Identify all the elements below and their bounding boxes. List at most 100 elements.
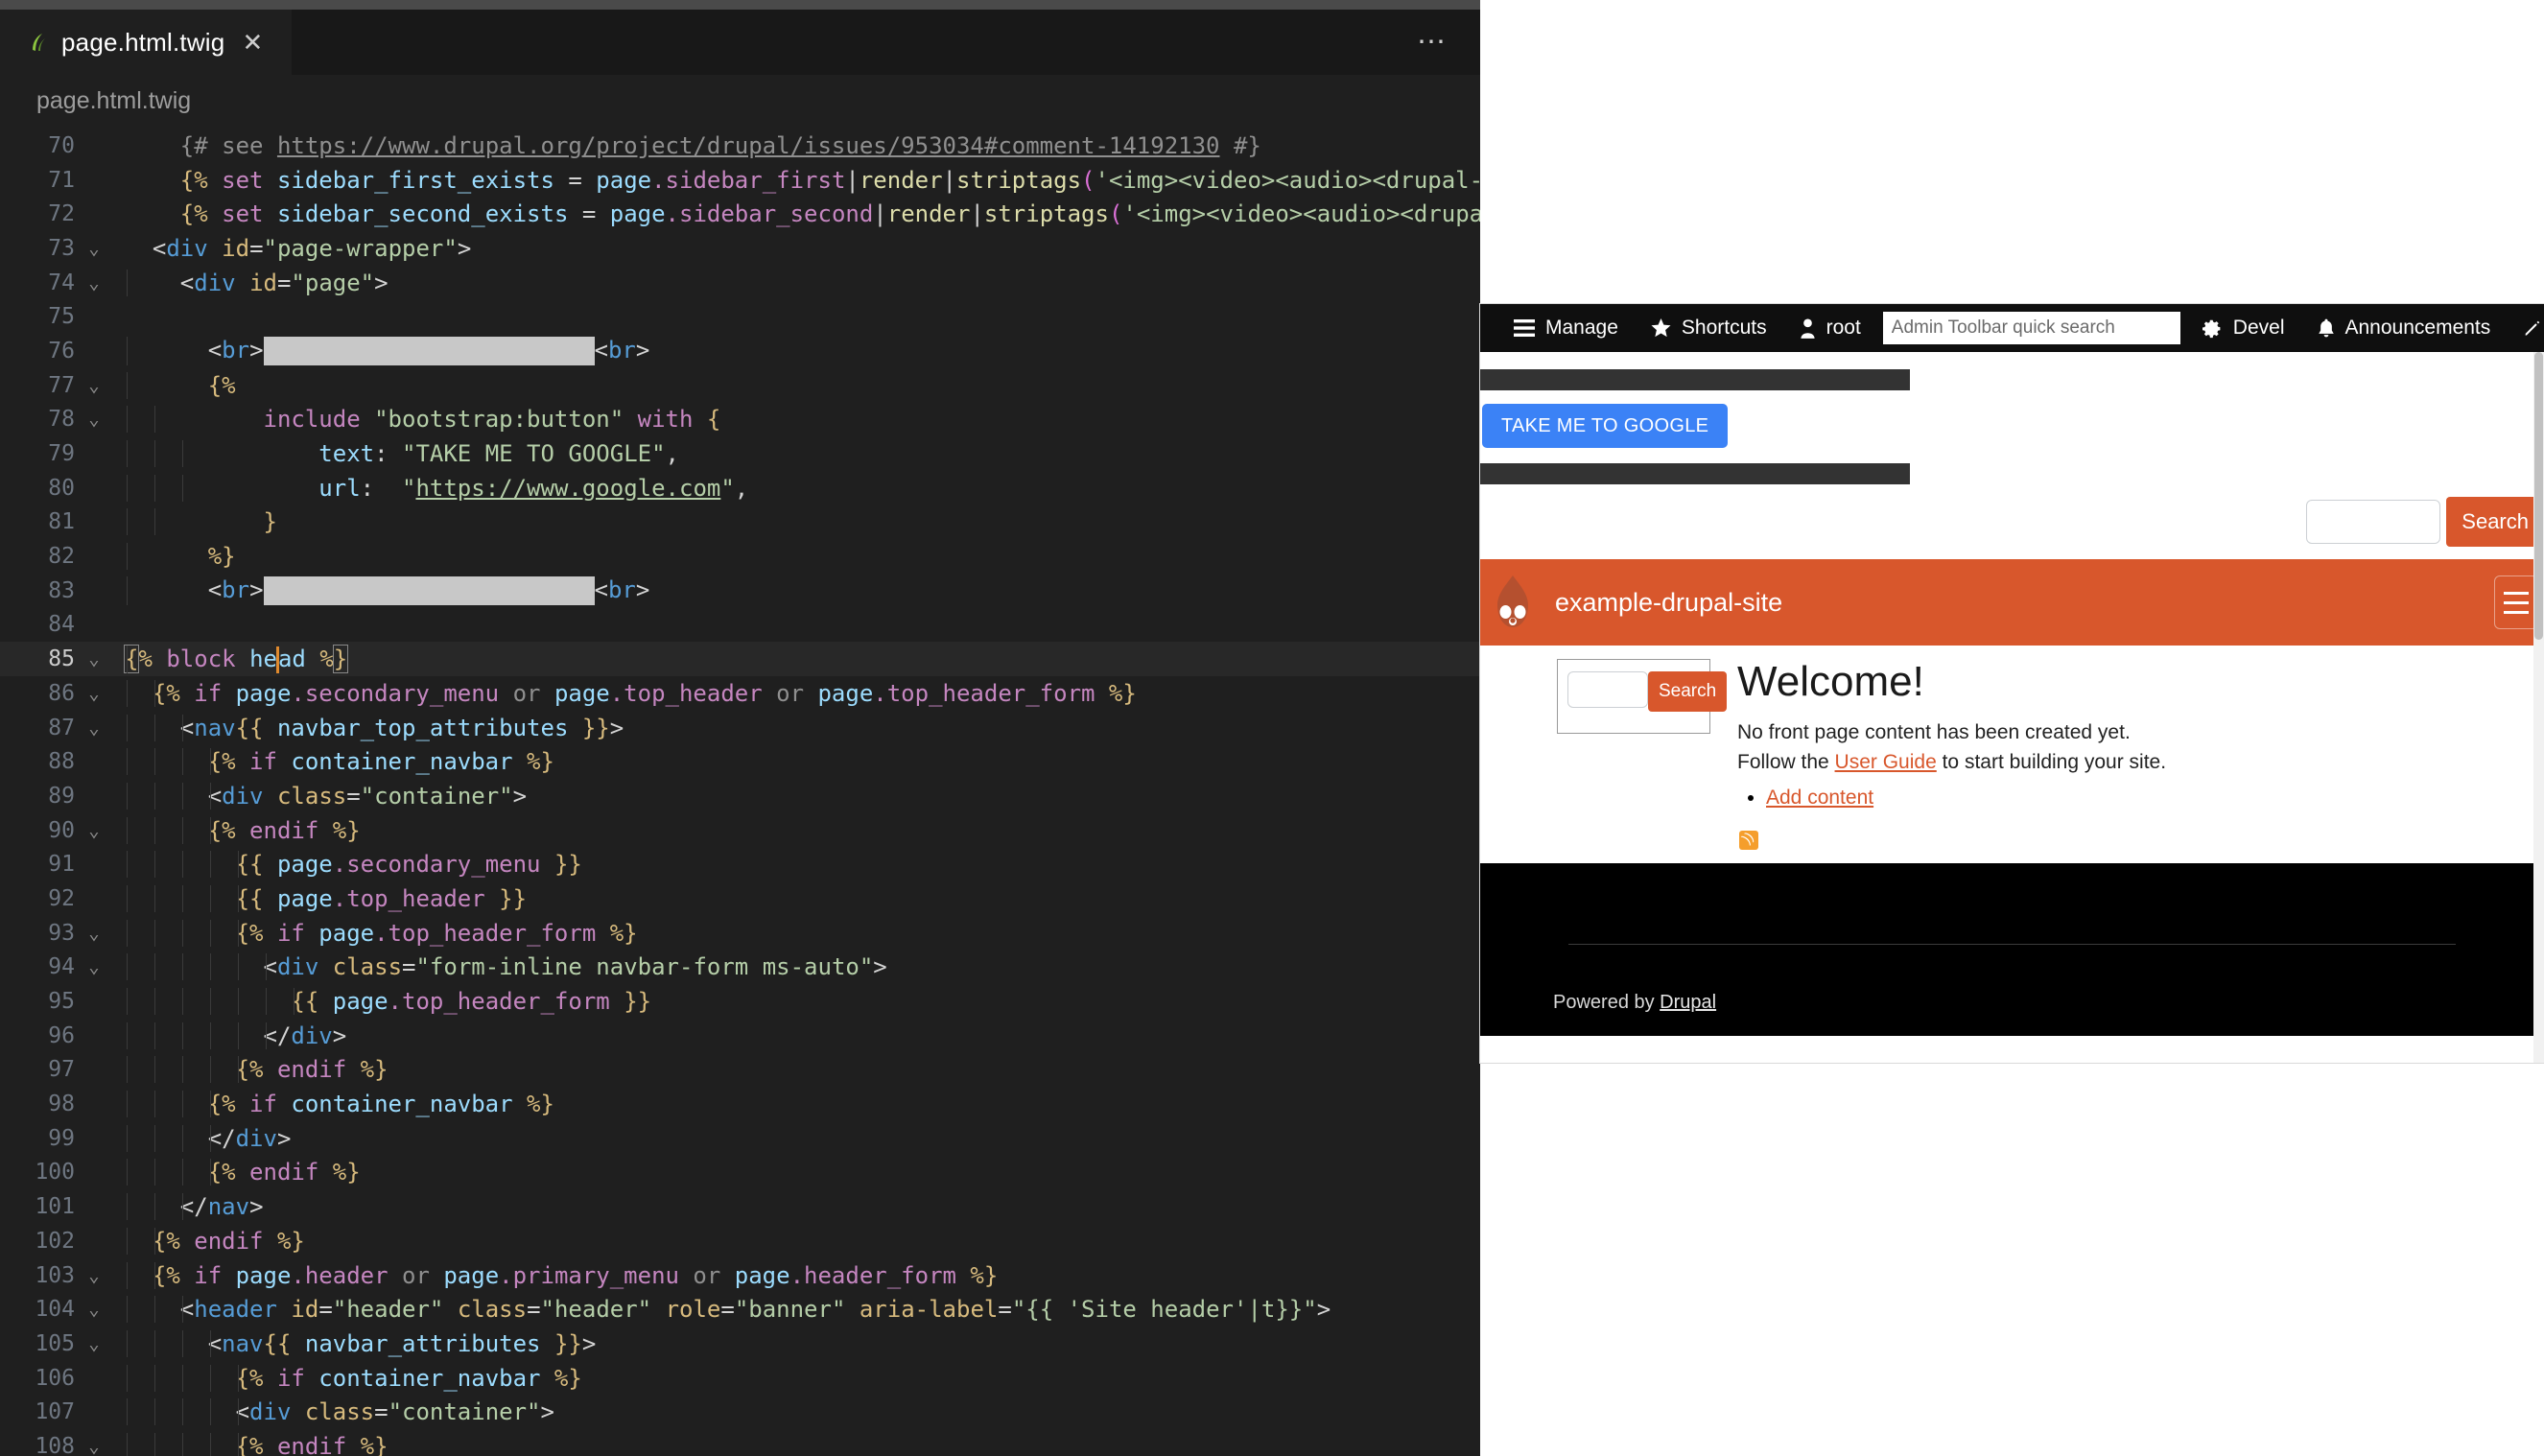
code-line[interactable]: 73⌄ <div id="page-wrapper"> [0,231,1480,266]
code-content[interactable]: 70 {# see https://www.drupal.org/project… [0,129,1480,1456]
toolbar-item-edit[interactable]: Edit [2507,317,2544,340]
code-line[interactable]: 105⌄ <nav{{ navbar_attributes }}> [0,1327,1480,1361]
fold-chevron-icon[interactable]: ⌄ [75,1436,113,1456]
code-line[interactable]: 87⌄ <nav{{ navbar_top_attributes }}> [0,711,1480,745]
code-line[interactable]: 101 </nav> [0,1189,1480,1224]
code-line[interactable]: 77⌄ {% [0,368,1480,403]
code-line[interactable]: 94⌄ <div class="form-inline navbar-form … [0,951,1480,985]
top-search-input[interactable] [2306,500,2440,544]
code-token: page [817,680,873,707]
page-scrollbar[interactable] [2533,352,2544,1063]
code-token: = [277,270,291,296]
user-guide-link[interactable]: User Guide [1835,751,1937,773]
drupal-link[interactable]: Drupal [1660,992,1716,1013]
toolbar-item-devel[interactable]: Devel [2186,317,2301,340]
sidebar-search-button[interactable]: Search [1648,671,1727,712]
code-line[interactable]: 82 %} [0,539,1480,574]
code-token: page [443,1262,499,1289]
code-line-text: {% block head %} [113,646,347,673]
code-line[interactable]: 75 [0,299,1480,334]
fold-chevron-icon[interactable]: ⌄ [75,717,113,739]
toolbar-item-shortcuts[interactable]: Shortcuts [1635,317,1783,340]
code-line[interactable]: 92 {{ page.top_header }} [0,881,1480,916]
code-token: "bootstrap:button" [374,406,624,433]
more-actions-icon[interactable]: ⋯ [1417,28,1448,57]
code-line[interactable]: 74⌄ <div id="page"> [0,266,1480,300]
fold-chevron-icon[interactable]: ⌄ [75,1265,113,1286]
fold-chevron-icon[interactable]: ⌄ [75,956,113,977]
code-line[interactable]: 88 {% if container_navbar %} [0,744,1480,779]
code-line[interactable]: 98 {% if container_navbar %} [0,1087,1480,1121]
scrollbar-thumb[interactable] [2534,352,2543,640]
add-content-link[interactable]: Add content [1766,787,1873,809]
fold-chevron-icon[interactable]: ⌄ [75,238,113,259]
code-token: div [222,783,263,810]
code-line[interactable]: 89 <div class="container"> [0,779,1480,813]
code-line[interactable]: 70 {# see https://www.drupal.org/project… [0,129,1480,163]
code-line[interactable]: 80 url: "https://www.google.com", [0,471,1480,505]
toolbar-item-announcements[interactable]: Announcements [2301,317,2508,340]
code-token: aria-label [860,1296,999,1323]
fold-chevron-icon[interactable]: ⌄ [75,272,113,294]
fold-chevron-icon[interactable]: ⌄ [75,820,113,841]
fold-chevron-icon[interactable]: ⌄ [75,1333,113,1354]
code-line[interactable]: 108⌄ {% endif %} [0,1429,1480,1456]
indent-guide [154,1262,155,1289]
code-token: "header" [333,1296,444,1323]
fold-chevron-icon[interactable]: ⌄ [75,375,113,396]
indent-guide [210,920,211,947]
site-name-link[interactable]: example-drupal-site [1555,588,1782,618]
user-guide-prefix: Follow the [1737,751,1835,773]
indent-guide [154,783,155,810]
code-line[interactable]: 86⌄ {% if page.secondary_menu or page.to… [0,676,1480,711]
editor-tab-page-html-twig[interactable]: page.html.twig ✕ [0,10,292,75]
code-token: .header_form [790,1262,956,1289]
code-line[interactable]: 76 <br><br> [0,334,1480,368]
selection-highlight [264,337,595,365]
code-line[interactable]: 79 text: "TAKE ME TO GOOGLE", [0,436,1480,471]
top-search-button[interactable]: Search [2446,497,2544,547]
code-line[interactable]: 72 {% set sidebar_second_exists = page.s… [0,197,1480,231]
twig-file-icon [29,31,48,54]
code-line-text: </div> [113,1125,291,1152]
fold-chevron-icon[interactable]: ⌄ [75,683,113,704]
sidebar-search-input[interactable] [1567,671,1648,708]
admin-toolbar-search-input[interactable] [1883,312,2180,344]
navbar-toggle-button[interactable] [2494,575,2538,629]
code-line[interactable]: 78⌄ include "bootstrap:button" with { [0,403,1480,437]
code-line[interactable]: 102 {% endif %} [0,1224,1480,1258]
indent-guide [127,1433,128,1456]
fold-chevron-icon[interactable]: ⌄ [75,648,113,669]
code-line[interactable]: 71 {% set sidebar_first_exists = page.si… [0,163,1480,198]
code-line[interactable]: 99 </div> [0,1121,1480,1156]
code-line[interactable]: 81 } [0,505,1480,540]
indent-guide [238,988,239,1015]
fold-chevron-icon[interactable]: ⌄ [75,923,113,944]
indent-guide [154,508,155,535]
code-line[interactable]: 84 [0,608,1480,643]
drupal-drop-logo[interactable] [1494,575,1532,629]
code-line[interactable]: 96 </div> [0,1019,1480,1053]
fold-chevron-icon[interactable]: ⌄ [75,1299,113,1320]
indent-guide [210,1159,211,1186]
code-line[interactable]: 91 {{ page.secondary_menu }} [0,847,1480,881]
code-line[interactable]: 97 {% endif %} [0,1053,1480,1088]
code-line[interactable]: 106 {% if container_navbar %} [0,1361,1480,1396]
code-line[interactable]: 100 {% endif %} [0,1156,1480,1190]
toolbar-item-manage[interactable]: Manage [1497,317,1635,340]
code-line[interactable]: 104⌄ <header id="header" class="header" … [0,1292,1480,1327]
toolbar-item-user[interactable]: root [1783,317,1877,340]
code-line[interactable]: 90⌄ {% endif %} [0,813,1480,848]
close-icon[interactable]: ✕ [238,30,267,55]
fold-chevron-icon[interactable]: ⌄ [75,409,113,430]
code-line[interactable]: 103⌄ {% if page.header or page.primary_m… [0,1258,1480,1293]
code-line[interactable]: 107 <div class="container"> [0,1395,1480,1429]
code-line[interactable]: 83 <br><br> [0,574,1480,608]
breadcrumb[interactable]: page.html.twig [0,75,1480,129]
toolbar-label-shortcuts: Shortcuts [1682,317,1767,340]
take-me-to-google-button[interactable]: TAKE ME TO GOOGLE [1482,404,1728,448]
code-line[interactable]: 95 {{ page.top_header_form }} [0,984,1480,1019]
code-line[interactable]: 93⌄ {% if page.top_header_form %} [0,916,1480,951]
code-line[interactable]: 85⌄{% block head %} [0,642,1480,676]
rss-icon[interactable] [1739,831,1758,850]
